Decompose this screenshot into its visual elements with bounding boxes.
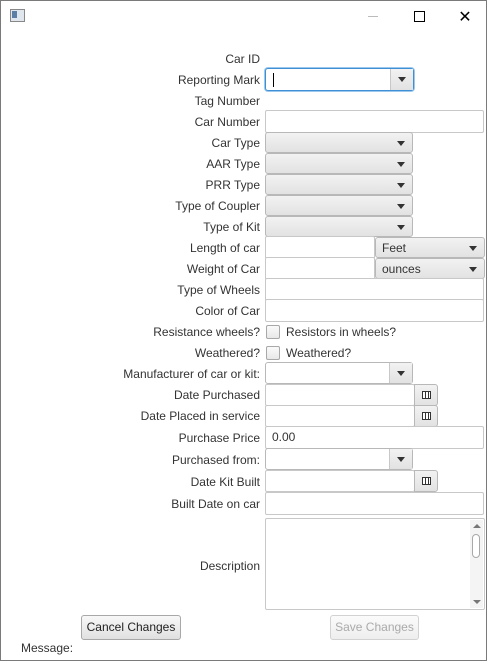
close-icon: ✕ — [458, 6, 472, 26]
chevron-down-icon[interactable] — [389, 363, 412, 383]
resistance-checkbox-label[interactable]: Resistors in wheels? — [286, 322, 396, 342]
purchased-from-label: Purchased from: — [171, 453, 260, 467]
price-label: Purchase Price — [178, 431, 260, 445]
scroll-down-icon[interactable] — [473, 600, 481, 604]
car-type-select[interactable] — [265, 132, 413, 153]
color-label: Color of Car — [195, 304, 260, 318]
car-number-field[interactable] — [265, 110, 484, 133]
minimize-button[interactable] — [350, 1, 396, 31]
message-label: Message: — [21, 641, 74, 655]
date-purchased-label: Date Purchased — [173, 388, 260, 402]
chevron-down-icon — [390, 133, 412, 152]
price-field[interactable]: 0.00 — [265, 426, 484, 449]
kit-select[interactable] — [265, 216, 413, 237]
aar-type-select[interactable] — [265, 153, 413, 174]
reporting-mark-label: Reporting Mark — [177, 73, 260, 87]
date-kit-built-picker-button[interactable] — [414, 470, 438, 492]
maximize-button[interactable] — [396, 1, 442, 31]
text-caret — [273, 73, 274, 87]
manufacturer-label: Manufacturer of car or kit: — [123, 367, 260, 381]
save-changes-button[interactable]: Save Changes — [330, 615, 419, 640]
color-field[interactable] — [265, 299, 484, 322]
maximize-icon — [413, 10, 425, 22]
description-textarea[interactable] — [265, 518, 485, 610]
minimize-icon — [368, 15, 378, 17]
chevron-down-icon — [390, 196, 412, 215]
weight-unit-select[interactable]: ounces — [375, 258, 485, 279]
kit-label: Type of Kit — [203, 220, 260, 234]
date-purchased-picker-button[interactable] — [414, 384, 438, 406]
built-date-label: Built Date on car — [171, 497, 260, 511]
description-label: Description — [199, 559, 260, 573]
aar-type-label: AAR Type — [206, 157, 260, 171]
app-icon — [10, 9, 25, 22]
built-date-field[interactable] — [265, 492, 484, 515]
resistance-checkbox[interactable] — [266, 325, 280, 339]
coupler-label: Type of Coupler — [175, 199, 260, 213]
chevron-down-icon[interactable] — [389, 449, 412, 469]
weathered-checkbox[interactable] — [266, 346, 280, 360]
coupler-select[interactable] — [265, 195, 413, 216]
wheels-field[interactable] — [265, 278, 484, 301]
length-label: Length of car — [189, 241, 260, 255]
calendar-icon — [422, 412, 431, 420]
length-unit-value: Feet — [382, 241, 407, 255]
car-number-label: Car Number — [194, 115, 260, 129]
prr-type-select[interactable] — [265, 174, 413, 195]
weathered-checkbox-label[interactable]: Weathered? — [286, 343, 351, 363]
car-type-label: Car Type — [211, 136, 260, 150]
weight-label: Weight of Car — [186, 262, 260, 276]
weight-field[interactable] — [265, 257, 375, 280]
date-purchased-field[interactable] — [265, 384, 415, 406]
prr-type-label: PRR Type — [205, 178, 260, 192]
weathered-label: Weathered? — [194, 346, 260, 360]
title-bar: ✕ — [1, 1, 486, 31]
reporting-mark-combo[interactable] — [265, 68, 414, 91]
car-id-label: Car ID — [225, 52, 260, 66]
description-scrollbar[interactable] — [470, 520, 483, 608]
length-field[interactable] — [265, 236, 375, 259]
length-unit-select[interactable]: Feet — [375, 237, 485, 258]
manufacturer-combo[interactable] — [265, 362, 413, 384]
chevron-down-icon — [390, 175, 412, 194]
scroll-up-icon[interactable] — [473, 524, 481, 528]
date-kit-built-label: Date Kit Built — [190, 475, 260, 489]
chevron-down-icon — [390, 217, 412, 236]
scroll-thumb[interactable] — [472, 534, 480, 558]
close-button[interactable]: ✕ — [442, 1, 487, 31]
chevron-down-icon — [462, 259, 484, 278]
chevron-down-icon — [462, 238, 484, 257]
calendar-icon — [422, 477, 431, 485]
wheels-label: Type of Wheels — [177, 283, 260, 297]
date-service-field[interactable] — [265, 405, 415, 427]
cancel-changes-button[interactable]: Cancel Changes — [81, 615, 181, 640]
date-service-picker-button[interactable] — [414, 405, 438, 427]
calendar-icon — [422, 391, 431, 399]
chevron-down-icon[interactable] — [390, 69, 413, 90]
tag-number-label: Tag Number — [194, 94, 260, 108]
resistance-label: Resistance wheels? — [153, 325, 260, 339]
chevron-down-icon — [390, 154, 412, 173]
date-kit-built-field[interactable] — [265, 470, 415, 492]
weight-unit-value: ounces — [382, 262, 421, 276]
purchased-from-combo[interactable] — [265, 448, 413, 470]
date-service-label: Date Placed in service — [140, 409, 260, 423]
